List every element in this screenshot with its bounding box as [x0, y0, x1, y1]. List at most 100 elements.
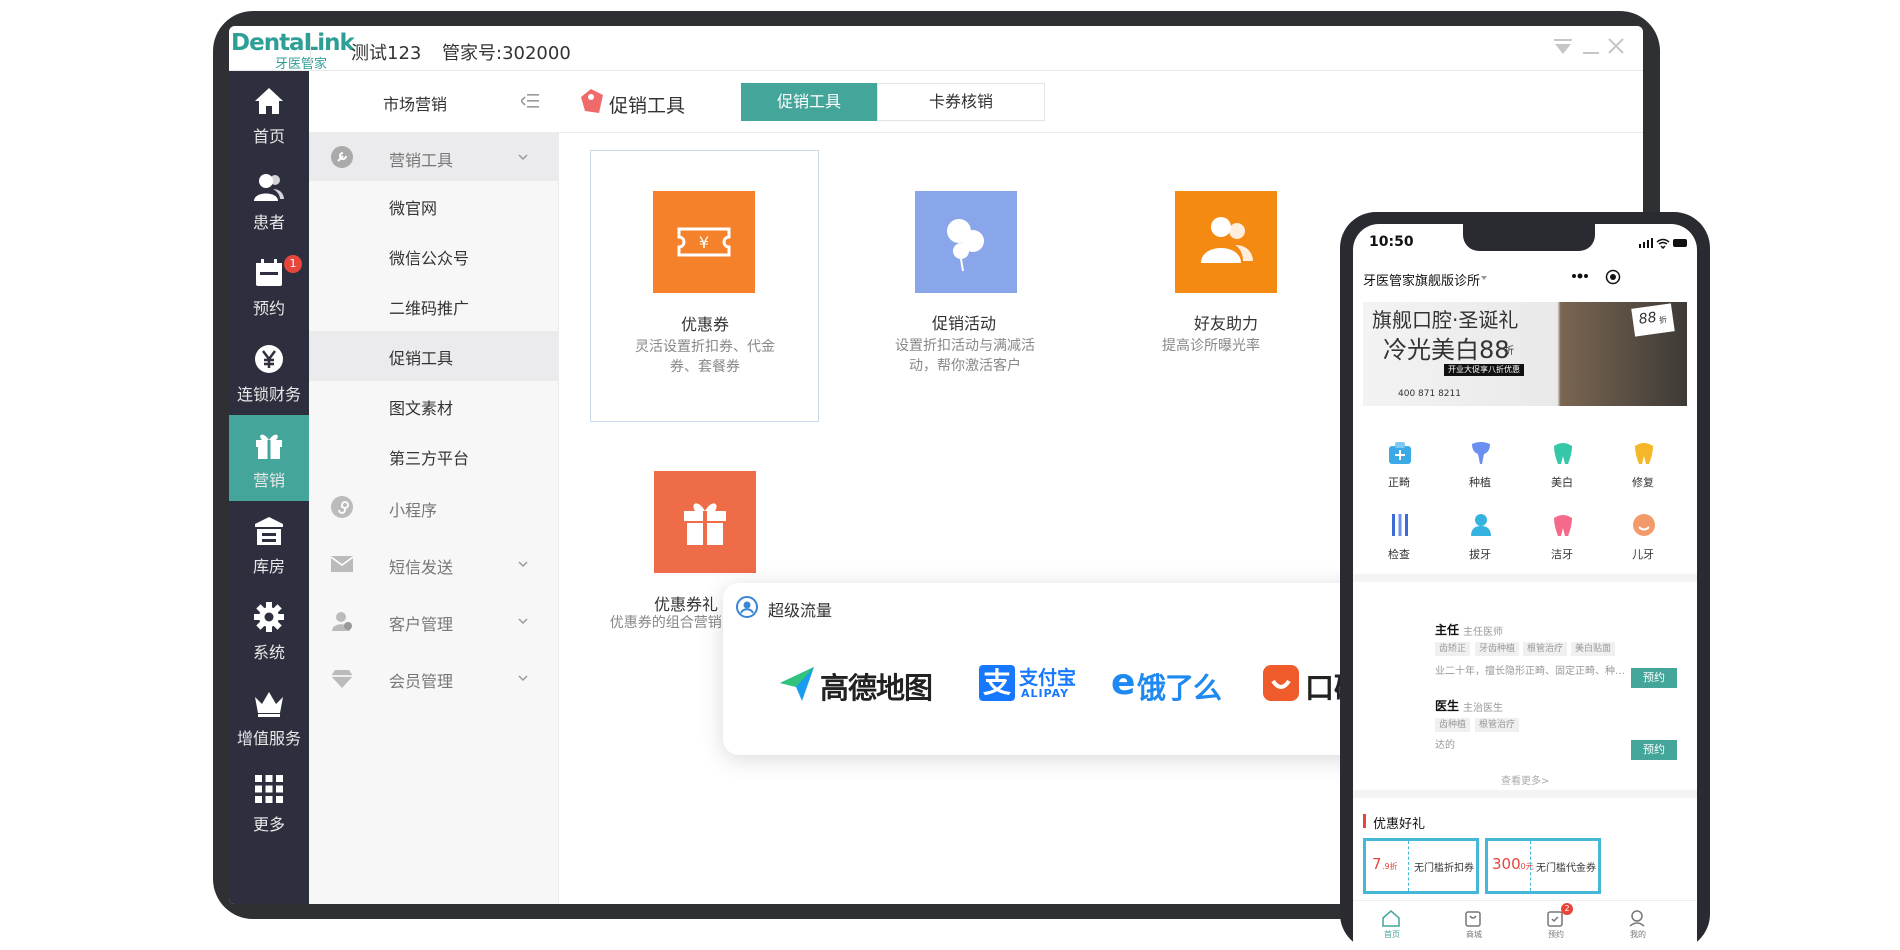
coupon-cash[interactable]: 300 .0元 无门槛代金券 [1485, 838, 1601, 894]
category-label: 拔牙 [1469, 548, 1491, 561]
tooth-restoration-icon [1635, 443, 1653, 464]
banner-line2: 冷光美白88 [1383, 336, 1510, 364]
dropdown-menu-icon[interactable] [1551, 34, 1575, 58]
coupon-unit: .9折 [1382, 862, 1398, 871]
submenu-item-promotion-tools[interactable]: 促销工具 [309, 331, 559, 381]
view-more-link[interactable]: 查看更多> [1501, 772, 1549, 787]
doctor-tag: 美白贴面 [1571, 642, 1616, 656]
nav-label: 系统 [252, 643, 285, 662]
tooth-whitening-icon [1554, 443, 1572, 464]
partner-alipay: 支 支付宝 ALIPAY [979, 663, 1089, 703]
tile-coupon[interactable]: ¥ 优惠券 灵活设置折扣券、代金 券、套餐券 [590, 150, 819, 422]
nav-label: 库房 [252, 557, 285, 576]
submenu-item-third-party[interactable]: 第三方平台 [309, 431, 559, 481]
doctor-desc: 达的 [1435, 740, 1455, 751]
title-bar: DentaLink 牙医管家 测试123 管家号:302000 [229, 26, 1643, 72]
nav-item-finance[interactable]: 连锁财务 [229, 329, 309, 415]
submenu-item-qrcode[interactable]: 二维码推广 [309, 281, 559, 331]
title-divider [310, 34, 311, 64]
category-label: 检查 [1388, 548, 1410, 561]
partner-eleme: e 饿了么 [1111, 662, 1251, 706]
submenu-group-members[interactable]: 会员管理 [309, 654, 559, 702]
partner-name: 支付宝 [1019, 667, 1077, 689]
tile-promotion[interactable]: 促销活动 设置折扣活动与满减活 动，帮你激活客户 [822, 150, 1084, 422]
logo-subtext: 牙医管家 [275, 57, 328, 72]
nav-item-value-added[interactable]: 增值服务 [229, 673, 309, 759]
promotion-tag-icon [581, 89, 603, 113]
shop-icon [1465, 911, 1481, 927]
submenu-item-media[interactable]: 图文素材 [309, 381, 559, 431]
coupon-value: 300 [1492, 855, 1521, 873]
nav-item-system[interactable]: 系统 [229, 587, 309, 673]
doctor-tag: 根管治疗 [1475, 718, 1520, 732]
eleme-logo-icon: e [1111, 662, 1136, 703]
section-marker [1363, 814, 1366, 828]
submenu-group-sms[interactable]: 短信发送 [309, 540, 559, 588]
submenu-title: 市场营销 [383, 95, 448, 114]
submenu-group-customers[interactable]: 客户管理 [309, 597, 559, 645]
collapse-menu-icon[interactable] [521, 93, 539, 109]
submenu-group-marketing-tools[interactable]: 营销工具 [309, 133, 559, 181]
amap-logo-icon [780, 667, 814, 701]
nav-label: 首页 [252, 127, 285, 146]
coupon-discount[interactable]: 7 .9折 无门槛折扣券 [1363, 838, 1479, 894]
nav-item-more[interactable]: 更多 [229, 759, 309, 845]
banner-88-card: 88 折 [1631, 303, 1675, 337]
tab-promotion-tools[interactable]: 促销工具 [741, 83, 877, 121]
left-nav: 首页 患者 1 预约 连锁财务 营销 库房 系统 增值服务 更多 [229, 71, 309, 904]
category-label: 修复 [1632, 476, 1654, 489]
submenu-item-wechat-official[interactable]: 微信公众号 [309, 231, 559, 281]
bottom-nav: 首页 商城 2 预约 我的 [1353, 900, 1697, 950]
target-icon[interactable] [1605, 269, 1621, 285]
implant-icon [1472, 442, 1490, 464]
promo-banner[interactable]: 旗舰口腔·圣诞礼 冷光美白88 折 开业大促享八折优惠 400 871 8211… [1363, 302, 1687, 406]
stage: DentaLink 牙医管家 测试123 管家号:302000 首页 患者 1 … [0, 0, 1900, 950]
tile-name: 优惠券 [680, 315, 729, 334]
nav-label: 预约 [252, 299, 285, 318]
close-icon[interactable] [1604, 34, 1628, 58]
submenu-group-label: 客户管理 [389, 615, 454, 634]
submenu-group-mini-program[interactable]: 小程序 [309, 483, 559, 531]
banner-line1: 旗舰口腔·圣诞礼 [1372, 308, 1519, 332]
super-traffic-card[interactable]: 超级流量 高德地图 支 支付宝 ALIPAY e 饿了么 口碑 [723, 583, 1441, 755]
submenu-group-label: 小程序 [389, 501, 438, 520]
clinic-name[interactable]: 牙医管家旗舰版诊所 [1363, 270, 1480, 289]
tile-name: 促销活动 [931, 314, 996, 333]
wrench-icon [331, 146, 353, 168]
submenu-item-label: 微信公众号 [389, 249, 470, 268]
profile-icon [1629, 910, 1645, 927]
submenu-item-label: 图文素材 [389, 399, 454, 418]
nav-item-marketing[interactable]: 营销 [229, 415, 309, 501]
tab-coupon-redemption[interactable]: 卡券核销 [877, 83, 1045, 121]
bottom-nav-label: 首页 [1384, 930, 1400, 939]
grid-icon [255, 775, 283, 803]
banner-badge-suffix: 折 [1658, 315, 1668, 326]
category-label: 儿牙 [1632, 548, 1654, 561]
nav-label: 更多 [252, 815, 285, 834]
partner-subname: ALIPAY [1021, 687, 1070, 700]
nav-item-patients[interactable]: 患者 [229, 157, 309, 243]
book-button[interactable]: 预约 [1631, 668, 1677, 688]
nav-item-warehouse[interactable]: 库房 [229, 501, 309, 587]
manager-id: 管家号:302000 [442, 43, 571, 64]
book-button[interactable]: 预约 [1631, 740, 1677, 760]
doctor-tag: 根管治疗 [1523, 642, 1568, 656]
traffic-title: 超级流量 [768, 601, 833, 620]
yen-icon [255, 345, 283, 373]
more-dots-icon[interactable] [1571, 272, 1589, 280]
phone-frame: 10:50 牙医管家旗舰版诊所 旗舰口腔·圣诞礼 冷光美白88 折 开业大促享八… [1340, 212, 1710, 950]
status-time: 10:50 [1369, 234, 1414, 250]
nav-item-appointments[interactable]: 1 预约 [229, 243, 309, 329]
page-title: 促销工具 [609, 95, 686, 117]
minimize-icon[interactable] [1579, 34, 1603, 58]
nav-item-home[interactable]: 首页 [229, 71, 309, 157]
coupon-name: 无门槛折扣券 [1414, 863, 1474, 874]
submenu-item-label: 第三方平台 [389, 449, 470, 468]
main-header: 促销工具 促销工具 卡券核销 [559, 71, 1643, 133]
category-label: 美白 [1551, 476, 1573, 489]
tile-desc: 券、套餐券 [670, 359, 740, 375]
doctor-tag: 牙齿种植 [1475, 642, 1520, 656]
submenu-item-micro-site[interactable]: 微官网 [309, 181, 559, 231]
extraction-icon [1471, 514, 1491, 536]
tile-friend-help[interactable]: 好友助力 提高诊所曝光率 [1080, 150, 1342, 422]
